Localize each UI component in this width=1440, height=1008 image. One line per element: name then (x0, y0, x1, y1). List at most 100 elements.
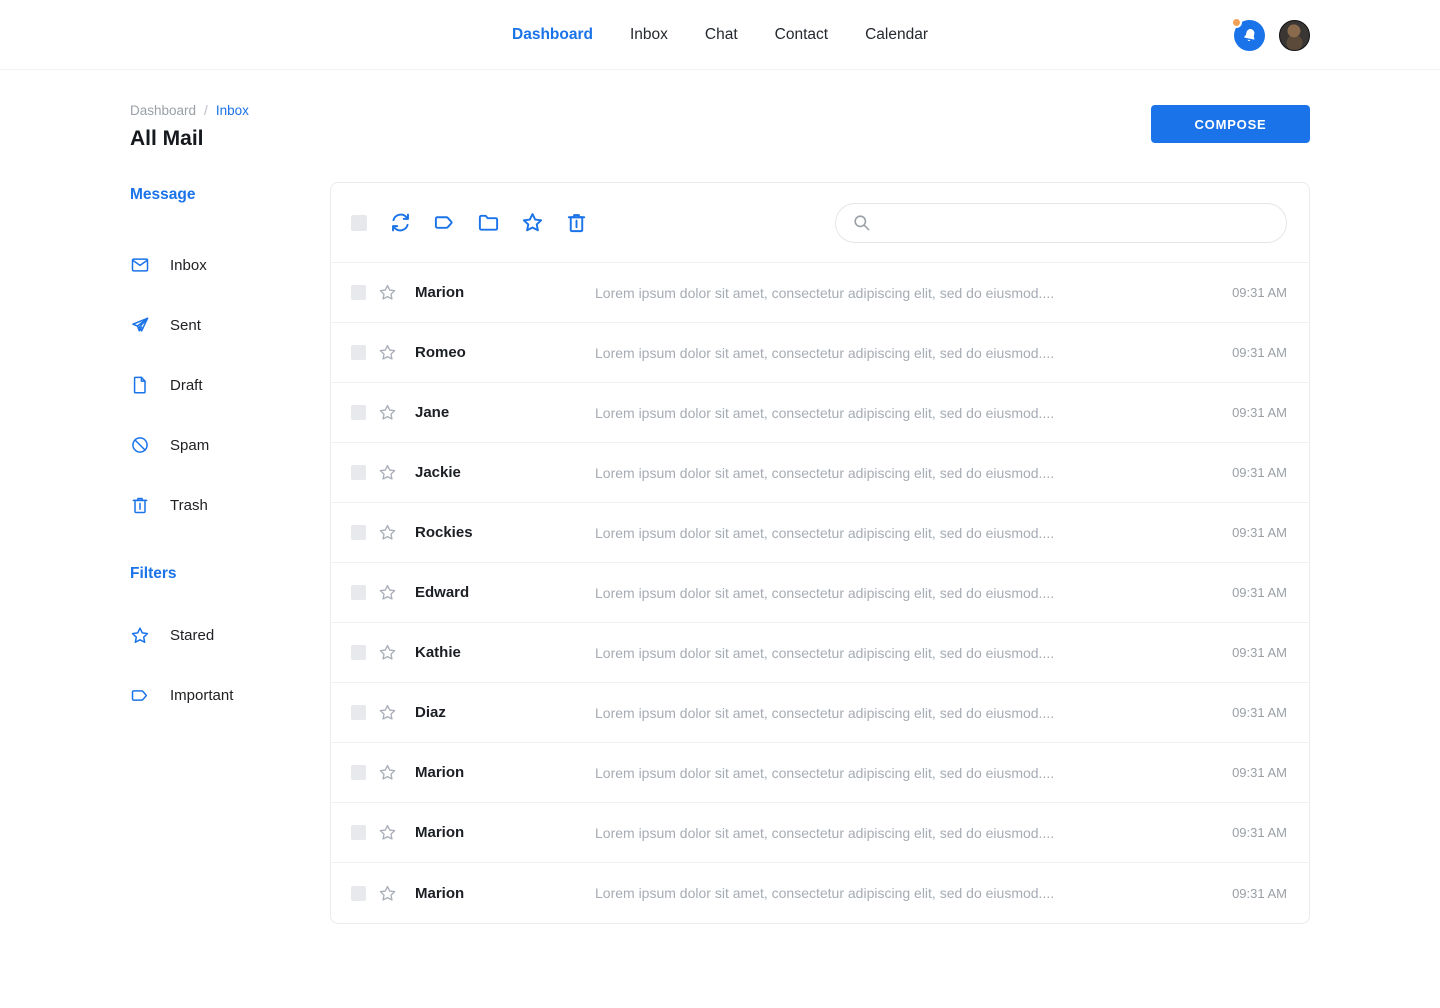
mail-preview: Lorem ipsum dolor sit amet, consectetur … (595, 465, 1207, 481)
search-input[interactable] (881, 214, 1270, 232)
star-icon[interactable] (378, 763, 397, 782)
row-checkbox[interactable] (351, 825, 366, 840)
mail-sender: Marion (415, 885, 595, 902)
breadcrumb-inbox[interactable]: Inbox (216, 103, 249, 118)
star-icon[interactable] (378, 703, 397, 722)
page-title: All Mail (130, 127, 249, 151)
sidebar-item-important[interactable]: Important (130, 665, 330, 725)
star-icon[interactable] (378, 283, 397, 302)
page-head: Dashboard / Inbox All Mail COMPOSE (130, 103, 1310, 151)
star-icon[interactable] (378, 343, 397, 362)
sidebar-item-inbox[interactable]: Inbox (130, 235, 330, 295)
page-head-left: Dashboard / Inbox All Mail (130, 103, 249, 151)
label-icon[interactable] (433, 211, 456, 234)
user-avatar[interactable] (1279, 20, 1310, 51)
toolbar-icons (389, 211, 588, 234)
star-icon (130, 625, 150, 645)
sidebar-item-spam[interactable]: Spam (130, 415, 330, 475)
mail-preview: Lorem ipsum dolor sit amet, consectetur … (595, 525, 1207, 541)
row-checkbox[interactable] (351, 585, 366, 600)
mail-time: 09:31 AM (1207, 345, 1287, 360)
breadcrumb-separator: / (204, 103, 208, 118)
sidebar-message-list: Inbox Sent Draft (130, 235, 330, 535)
mail-icon (130, 255, 150, 275)
mail-row[interactable]: Romeo Lorem ipsum dolor sit amet, consec… (331, 323, 1309, 383)
mail-row[interactable]: Jane Lorem ipsum dolor sit amet, consect… (331, 383, 1309, 443)
sidebar-item-label: Draft (170, 377, 203, 394)
mail-sender: Romeo (415, 344, 595, 361)
mail-time: 09:31 AM (1207, 705, 1287, 720)
star-icon[interactable] (521, 211, 544, 234)
mail-preview: Lorem ipsum dolor sit amet, consectetur … (595, 765, 1207, 781)
mail-list: Marion Lorem ipsum dolor sit amet, conse… (331, 263, 1309, 923)
mail-time: 09:31 AM (1207, 465, 1287, 480)
compose-button[interactable]: COMPOSE (1151, 105, 1310, 143)
row-checkbox[interactable] (351, 285, 366, 300)
row-checkbox[interactable] (351, 525, 366, 540)
row-checkbox[interactable] (351, 886, 366, 901)
row-checkbox[interactable] (351, 345, 366, 360)
mail-sender: Jackie (415, 464, 595, 481)
breadcrumb: Dashboard / Inbox (130, 103, 249, 118)
nav-item-contact[interactable]: Contact (775, 26, 828, 44)
sidebar-item-stared[interactable]: Stared (130, 605, 330, 665)
star-icon[interactable] (378, 823, 397, 842)
sidebar-heading-filters: Filters (130, 565, 330, 583)
star-icon[interactable] (378, 523, 397, 542)
star-icon[interactable] (378, 884, 397, 903)
star-icon[interactable] (378, 583, 397, 602)
header-actions (1234, 0, 1310, 70)
sidebar-item-label: Spam (170, 437, 209, 454)
star-icon[interactable] (378, 463, 397, 482)
mail-sender: Diaz (415, 704, 595, 721)
mail-sidebar: Message Inbox Sent (130, 182, 330, 924)
notifications-button[interactable] (1234, 20, 1265, 51)
mail-sender: Marion (415, 764, 595, 781)
mail-row[interactable]: Marion Lorem ipsum dolor sit amet, conse… (331, 863, 1309, 923)
row-checkbox[interactable] (351, 705, 366, 720)
nav-item-inbox[interactable]: Inbox (630, 26, 668, 44)
mail-row[interactable]: Marion Lorem ipsum dolor sit amet, conse… (331, 263, 1309, 323)
sidebar-item-sent[interactable]: Sent (130, 295, 330, 355)
mail-row[interactable]: Diaz Lorem ipsum dolor sit amet, consect… (331, 683, 1309, 743)
refresh-icon[interactable] (389, 211, 412, 234)
nav-item-calendar[interactable]: Calendar (865, 26, 928, 44)
mail-row[interactable]: Kathie Lorem ipsum dolor sit amet, conse… (331, 623, 1309, 683)
row-checkbox[interactable] (351, 405, 366, 420)
sidebar-item-label: Trash (170, 497, 208, 514)
sidebar-item-draft[interactable]: Draft (130, 355, 330, 415)
mail-preview: Lorem ipsum dolor sit amet, consectetur … (595, 645, 1207, 661)
sidebar-item-trash[interactable]: Trash (130, 475, 330, 535)
select-all-checkbox[interactable] (351, 215, 367, 231)
mail-preview: Lorem ipsum dolor sit amet, consectetur … (595, 345, 1207, 361)
mail-preview: Lorem ipsum dolor sit amet, consectetur … (595, 885, 1207, 901)
mail-sender: Jane (415, 404, 595, 421)
mail-preview: Lorem ipsum dolor sit amet, consectetur … (595, 405, 1207, 421)
row-checkbox[interactable] (351, 765, 366, 780)
star-icon[interactable] (378, 643, 397, 662)
folder-icon[interactable] (477, 211, 500, 234)
mail-preview: Lorem ipsum dolor sit amet, consectetur … (595, 825, 1207, 841)
search-icon (852, 213, 871, 232)
mail-time: 09:31 AM (1207, 765, 1287, 780)
mail-row[interactable]: Marion Lorem ipsum dolor sit amet, conse… (331, 803, 1309, 863)
row-checkbox[interactable] (351, 645, 366, 660)
notification-badge-dot (1231, 17, 1242, 28)
mail-preview: Lorem ipsum dolor sit amet, consectetur … (595, 285, 1207, 301)
label-icon (130, 685, 150, 705)
mail-preview: Lorem ipsum dolor sit amet, consectetur … (595, 705, 1207, 721)
mail-row[interactable]: Rockies Lorem ipsum dolor sit amet, cons… (331, 503, 1309, 563)
trash-icon[interactable] (565, 211, 588, 234)
star-icon[interactable] (378, 403, 397, 422)
send-icon (130, 315, 150, 335)
file-icon (130, 375, 150, 395)
row-checkbox[interactable] (351, 465, 366, 480)
nav-item-dashboard[interactable]: Dashboard (512, 26, 593, 44)
breadcrumb-dashboard[interactable]: Dashboard (130, 103, 196, 118)
mail-row[interactable]: Jackie Lorem ipsum dolor sit amet, conse… (331, 443, 1309, 503)
nav-item-chat[interactable]: Chat (705, 26, 738, 44)
mail-row[interactable]: Edward Lorem ipsum dolor sit amet, conse… (331, 563, 1309, 623)
trash-icon (130, 495, 150, 515)
sidebar-item-label: Important (170, 687, 233, 704)
mail-row[interactable]: Marion Lorem ipsum dolor sit amet, conse… (331, 743, 1309, 803)
